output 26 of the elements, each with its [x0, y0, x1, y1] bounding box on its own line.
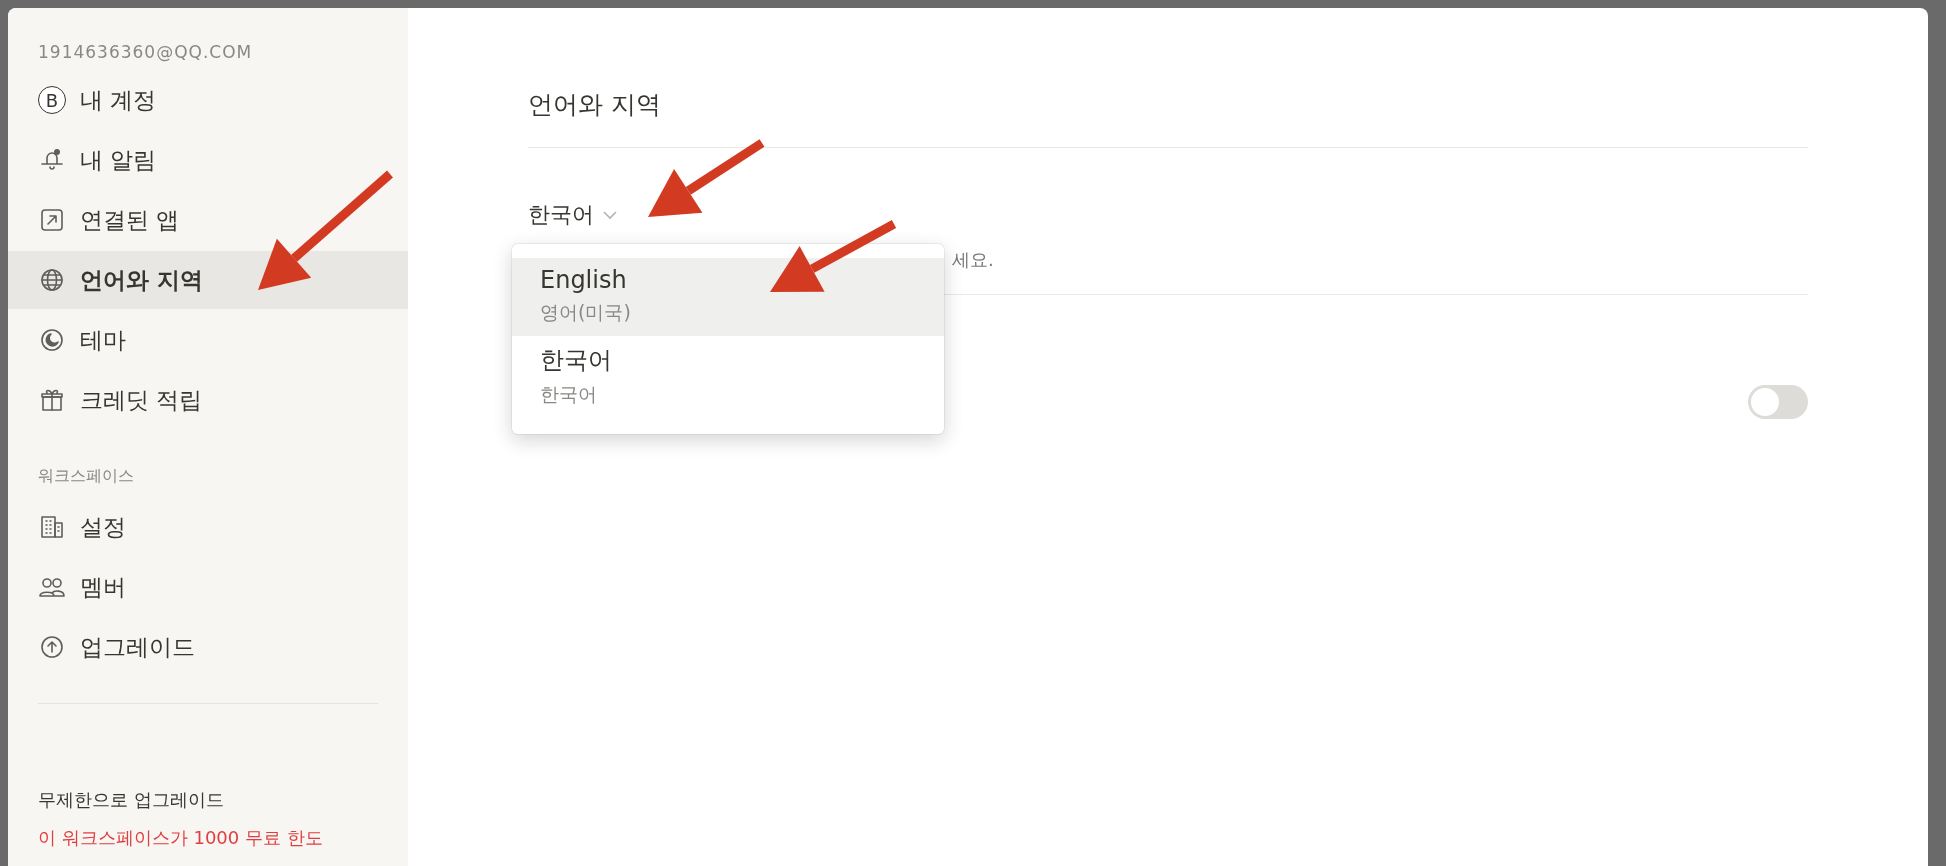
moon-icon	[38, 326, 66, 354]
upgrade-title: 무제한으로 업그레이드	[37, 788, 225, 812]
globe-icon	[38, 266, 66, 294]
sidebar-item[interactable]: 내 알림	[8, 131, 408, 189]
sidebar-item[interactable]: 크레딧 적립	[8, 371, 408, 429]
sidebar-item[interactable]: 업그레이드	[8, 618, 408, 676]
page-title: 언어와 지역	[528, 88, 1808, 148]
avatar-icon: B	[38, 86, 66, 114]
chevron-down-icon	[602, 210, 618, 220]
arrow-up-circle-icon	[38, 633, 66, 661]
sidebar-item[interactable]: 연결된 앱	[8, 191, 408, 249]
upgrade-warning: 이 워크스페이스가 1000 무료 한도	[37, 826, 324, 850]
language-select[interactable]: 한국어	[528, 200, 618, 230]
sidebar-item[interactable]: 설정	[8, 498, 408, 556]
description-text: 세요.	[952, 249, 994, 270]
toggle-switch[interactable]	[1748, 385, 1808, 419]
sidebar-item[interactable]: 멤버	[8, 558, 408, 616]
sidebar-item[interactable]: B 내 계정	[8, 71, 408, 129]
arrow-square-icon	[38, 206, 66, 234]
account-email: 1914636360@QQ.COM	[37, 42, 254, 62]
building-icon	[38, 513, 66, 541]
language-option[interactable]: English 영어(미국)	[512, 258, 944, 336]
sidebar-item[interactable]: 언어와 지역	[8, 251, 408, 309]
sidebar-item[interactable]: 테마	[8, 311, 408, 369]
language-option[interactable]: 한국어 한국어	[512, 336, 944, 418]
section-heading: 워크스페이스	[37, 466, 135, 487]
